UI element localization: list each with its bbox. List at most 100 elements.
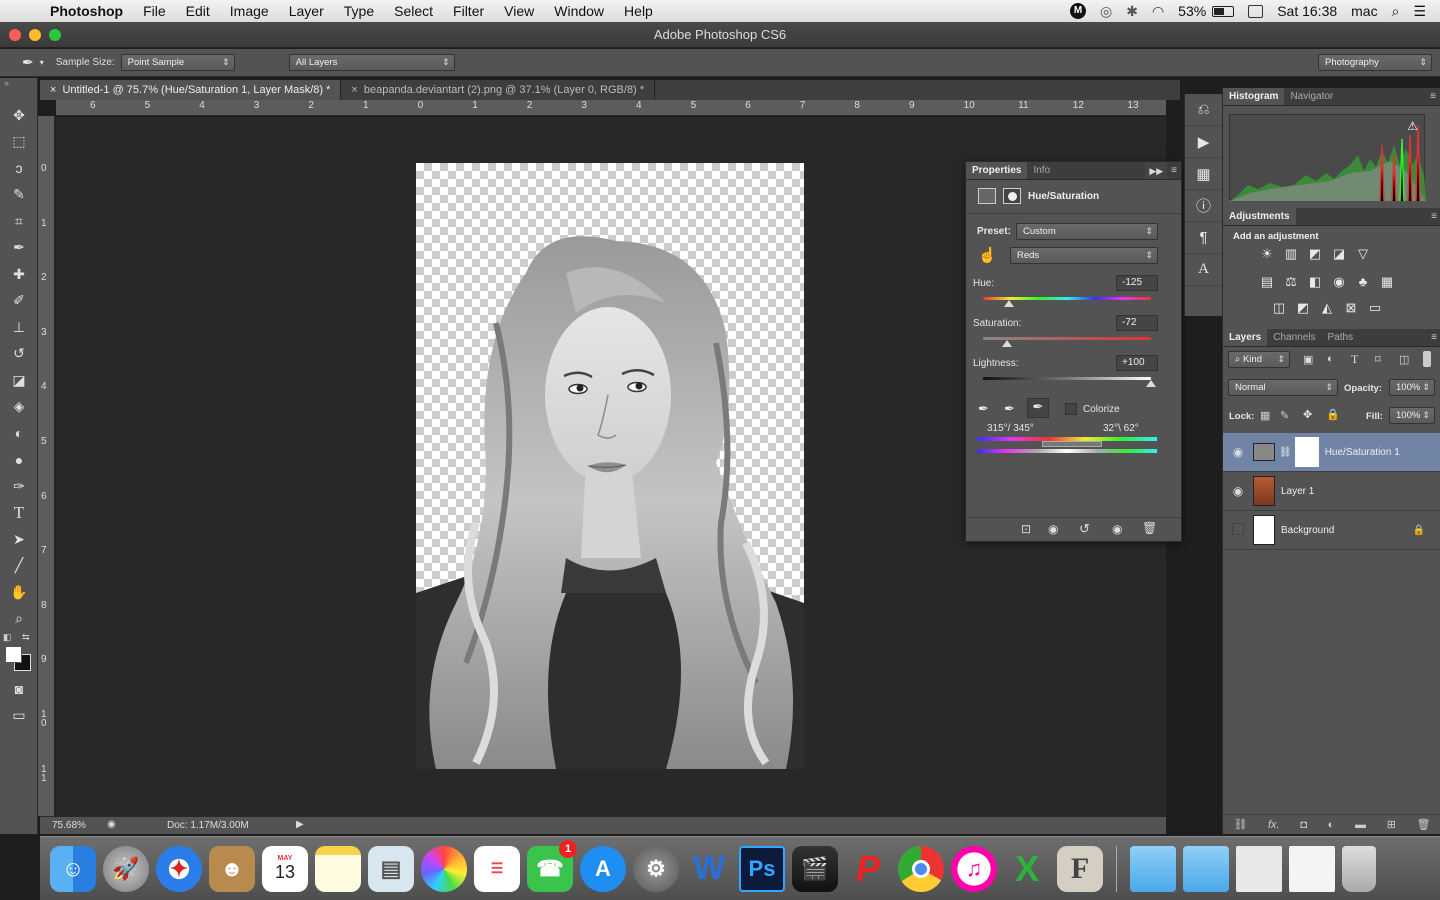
posterize-icon[interactable]: ◩	[1294, 300, 1312, 316]
lightness-slider-thumb[interactable]	[1146, 380, 1156, 387]
saturation-slider-thumb[interactable]	[1001, 340, 1012, 347]
status-menu-arrow-icon[interactable]: ▶	[296, 819, 304, 830]
malwarebytes-icon[interactable]: M	[1070, 3, 1086, 19]
hue-slider-thumb[interactable]	[1003, 300, 1014, 307]
color-swatches[interactable]: ⇆ ◧	[0, 632, 37, 676]
panel-menu-icon[interactable]: ≡	[1431, 329, 1440, 346]
zoom-level[interactable]: 75.68%	[52, 820, 86, 831]
hand-tool-icon[interactable]: ✋	[0, 579, 38, 606]
wifi-icon[interactable]: ◠	[1152, 3, 1164, 20]
layer-mask-thumb[interactable]	[1294, 437, 1319, 467]
menu-edit[interactable]: Edit	[176, 0, 220, 22]
panel-menu-icon[interactable]: ≡	[1430, 88, 1440, 105]
filter-smart-object-icon[interactable]: ◫	[1399, 353, 1409, 366]
color-range-bar-bottom[interactable]	[977, 449, 1157, 453]
tab-paths[interactable]: Paths	[1322, 329, 1360, 346]
layer-name[interactable]: Background	[1281, 525, 1334, 536]
applications-folder-icon[interactable]	[1130, 845, 1176, 892]
filter-shape-icon[interactable]: ⌑	[1375, 353, 1381, 366]
sample-size-dropdown[interactable]: Point Sample	[120, 54, 235, 71]
close-tab-icon[interactable]: ×	[50, 84, 56, 96]
new-layer-icon[interactable]: ⊞	[1387, 818, 1396, 831]
history-brush-tool-icon[interactable]: ↺	[0, 341, 38, 368]
photos-icon[interactable]	[421, 845, 467, 892]
safari-icon[interactable]: ✦	[156, 845, 202, 892]
final-cut-icon[interactable]: 🎬	[792, 845, 838, 892]
toolbox-collapse-icon[interactable]: »	[0, 78, 37, 102]
finder-icon[interactable]: ☺	[50, 845, 96, 892]
colorize-checkbox[interactable]	[1065, 403, 1077, 415]
bluetooth-icon[interactable]: ✱	[1126, 3, 1138, 20]
menu-file[interactable]: File	[133, 0, 176, 22]
blend-mode-dropdown[interactable]: Normal	[1228, 379, 1338, 396]
downloads-stack-icon[interactable]	[1236, 845, 1282, 892]
brush-tool-icon[interactable]: ✐	[0, 288, 38, 315]
battery-percent[interactable]: 53%	[1178, 3, 1206, 19]
menu-image[interactable]: Image	[220, 0, 279, 22]
calendar-icon[interactable]: MAY 13	[262, 845, 308, 892]
tab-histogram[interactable]: Histogram	[1223, 88, 1285, 105]
status-options-icon[interactable]: ◉	[107, 819, 116, 830]
visibility-eye-icon[interactable]: ◉	[1223, 484, 1253, 498]
menu-window[interactable]: Window	[544, 0, 614, 22]
eyedropper-tool-icon[interactable]: ✒	[0, 235, 38, 262]
sync-icon[interactable]: ◎	[1100, 3, 1112, 20]
menu-help[interactable]: Help	[614, 0, 663, 22]
hue-value-input[interactable]: -125	[1116, 275, 1158, 291]
layer-style-icon[interactable]: fx.	[1268, 819, 1280, 831]
photo-filter-icon[interactable]: ◉	[1330, 274, 1348, 290]
color-range-selector[interactable]	[1042, 441, 1102, 447]
lock-pixels-icon[interactable]: ✎	[1280, 409, 1289, 422]
properties-panel-icon[interactable]: ▦	[1185, 158, 1222, 190]
actions-panel-icon[interactable]: ▶	[1185, 126, 1222, 158]
menu-select[interactable]: Select	[384, 0, 443, 22]
sample-layers-dropdown[interactable]: All Layers	[288, 54, 455, 71]
notification-center-icon[interactable]: ☰	[1413, 3, 1426, 20]
new-group-icon[interactable]: ▬	[1355, 819, 1366, 831]
line-tool-icon[interactable]: ╱	[0, 553, 38, 580]
system-preferences-icon[interactable]: ⚙	[633, 845, 679, 892]
zoom-window-button[interactable]	[49, 29, 61, 41]
tool-preset-chevron-icon[interactable]: ▾	[40, 58, 44, 67]
history-panel-icon[interactable]: ⎌	[1185, 94, 1222, 126]
default-colors-icon[interactable]: ◧	[3, 632, 12, 643]
word-icon[interactable]: W	[686, 846, 732, 892]
user-name[interactable]: mac	[1351, 3, 1377, 19]
launchpad-icon[interactable]: 🚀	[103, 845, 149, 892]
close-window-button[interactable]	[9, 29, 21, 41]
tab-layers[interactable]: Layers	[1223, 329, 1268, 346]
view-previous-state-icon[interactable]: ◉	[1048, 522, 1058, 536]
preview-icon[interactable]: ▤	[368, 845, 414, 892]
red-p-app-icon[interactable]: P	[845, 846, 891, 892]
document-canvas[interactable]	[416, 163, 804, 769]
tab-adjustments[interactable]: Adjustments	[1223, 208, 1296, 225]
crop-tool-icon[interactable]: ⌗	[0, 208, 38, 235]
reminders-icon[interactable]: ☰	[474, 845, 520, 892]
brightness-contrast-icon[interactable]: ☀	[1258, 246, 1276, 262]
chain-link-icon[interactable]: ⛓	[1279, 447, 1292, 458]
move-tool-icon[interactable]: ✥	[0, 102, 38, 129]
close-tab-icon[interactable]: ×	[351, 84, 357, 96]
filter-type-icon[interactable]: T	[1351, 352, 1358, 367]
hue-saturation-icon[interactable]: ▤	[1258, 274, 1276, 290]
zoom-tool-icon[interactable]: ⌕	[0, 606, 38, 633]
lasso-tool-icon[interactable]: ↄ	[0, 155, 38, 182]
menu-app-name[interactable]: Photoshop	[40, 0, 133, 22]
filter-pixel-icon[interactable]: ▣	[1303, 353, 1313, 366]
kind-filter-dropdown[interactable]: ⌕ Kind	[1228, 351, 1290, 368]
visibility-eye-icon[interactable]: ◉	[1223, 445, 1253, 459]
tab-navigator[interactable]: Navigator	[1284, 88, 1339, 105]
info-panel-icon[interactable]: ⓘ	[1185, 190, 1222, 222]
saturation-value-input[interactable]: -72	[1116, 315, 1158, 331]
documents-folder-icon[interactable]	[1183, 845, 1229, 892]
channel-mixer-icon[interactable]: ♣	[1354, 273, 1372, 289]
layer-name[interactable]: Hue/Saturation 1	[1325, 447, 1400, 458]
healing-brush-tool-icon[interactable]: ✚	[0, 261, 38, 288]
layer-row-background[interactable]: Background 🔒	[1223, 511, 1440, 550]
add-mask-icon[interactable]: ◘	[1300, 819, 1307, 831]
dodge-tool-icon[interactable]: ●	[0, 447, 38, 474]
clip-to-layer-icon[interactable]: ⊡	[1021, 522, 1031, 536]
blur-tool-icon[interactable]: ◐	[0, 420, 38, 447]
photoshop-icon[interactable]: Ps	[739, 845, 785, 892]
marquee-tool-icon[interactable]: ⬚	[0, 129, 38, 156]
